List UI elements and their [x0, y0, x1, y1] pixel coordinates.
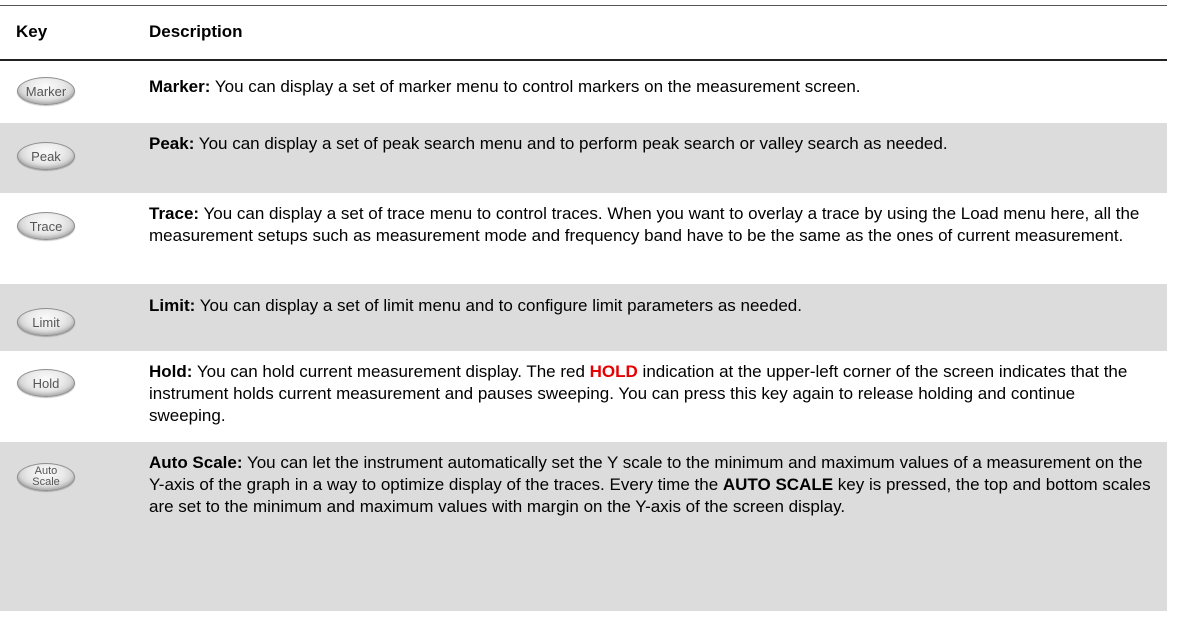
marker-title: Marker: — [149, 77, 211, 96]
trace-key-icon: Trace — [17, 212, 75, 240]
table-header-row: Key Description — [0, 6, 1167, 61]
header-description: Description — [149, 22, 243, 41]
hold-title: Hold: — [149, 362, 193, 381]
peak-key-label: Peak — [31, 148, 61, 164]
trace-text: You can display a set of trace menu to c… — [149, 204, 1140, 245]
peak-text: You can display a set of peak search men… — [194, 134, 948, 153]
auto-scale-description: Auto Scale: You can let the instrument a… — [149, 452, 1154, 518]
hold-key-label: Hold — [32, 375, 60, 391]
peak-key-icon: Peak — [17, 142, 75, 170]
table-row-limit: Limit Limit: You can display a set of li… — [0, 284, 1167, 351]
trace-title: Trace: — [149, 204, 200, 223]
header-key: Key — [16, 22, 48, 41]
peak-description: Peak: You can display a set of peak sear… — [149, 133, 1154, 155]
marker-key-label: Marker — [25, 83, 67, 99]
limit-description: Limit: You can display a set of limit me… — [149, 295, 1154, 317]
hold-highlight: HOLD — [589, 362, 638, 381]
peak-title: Peak: — [149, 134, 195, 153]
auto-scale-key-label: Auto Scale — [32, 465, 60, 488]
auto-scale-key-icon: Auto Scale — [17, 463, 75, 491]
marker-text: You can display a set of marker menu to … — [210, 77, 861, 96]
hold-description: Hold: You can hold current measurement d… — [149, 361, 1154, 427]
limit-key-label: Limit — [32, 314, 60, 330]
hold-key-icon: Hold — [17, 369, 75, 397]
table-row-hold: Hold Hold: You can hold current measurem… — [0, 351, 1167, 442]
limit-title: Limit: — [149, 296, 196, 315]
table-row-auto-scale: Auto Scale Auto Scale: You can let the in… — [0, 442, 1167, 611]
auto-scale-bold-inline: AUTO SCALE — [722, 475, 834, 494]
hold-text-a: You can hold current measurement display… — [192, 362, 590, 381]
key-description-table: Key Description Marker Marker: You can d… — [0, 0, 1177, 617]
auto-scale-title: Auto Scale: — [149, 453, 243, 472]
limit-key-icon: Limit — [17, 308, 75, 336]
table-row-marker: Marker Marker: You can display a set of … — [0, 61, 1167, 123]
marker-key-icon: Marker — [17, 77, 75, 105]
trace-key-label: Trace — [29, 218, 63, 234]
marker-description: Marker: You can display a set of marker … — [149, 76, 1154, 98]
trace-description: Trace: You can display a set of trace me… — [149, 203, 1154, 247]
limit-text: You can display a set of limit menu and … — [195, 296, 802, 315]
table-row-trace: Trace Trace: You can display a set of tr… — [0, 193, 1167, 284]
table-row-peak: Peak Peak: You can display a set of peak… — [0, 123, 1167, 193]
